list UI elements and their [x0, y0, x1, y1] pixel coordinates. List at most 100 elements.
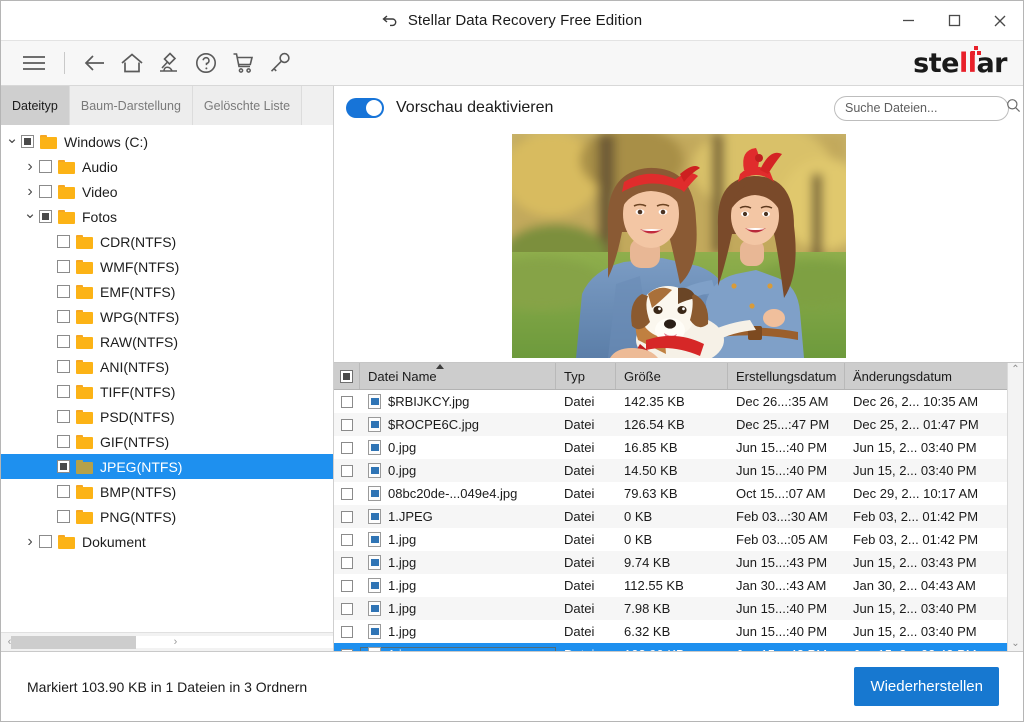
table-row[interactable]: 1.jpg Datei 7.98 KB Jun 15...:40 PM Jun 15, … [334, 597, 1007, 620]
table-row[interactable]: 1.jpg Datei 9.74 KB Jun 15...:43 PM Jun 15, … [334, 551, 1007, 574]
table-vertical-scrollbar[interactable]: ⌃ ⌄ [1007, 363, 1023, 651]
minimize-button[interactable] [885, 1, 931, 40]
tree-item-checkbox[interactable] [39, 210, 52, 223]
home-icon[interactable] [115, 46, 149, 80]
scroll-up-icon[interactable]: ⌃ [1011, 365, 1019, 375]
column-header-aenderungsdatum[interactable]: Änderungsdatum [845, 363, 1007, 389]
help-icon[interactable] [189, 46, 223, 80]
column-header-erstellungsdatum[interactable]: Erstellungsdatum [728, 363, 845, 389]
hamburger-menu-icon[interactable] [17, 46, 51, 80]
tree-item-dokument[interactable]: Dokument [1, 529, 333, 554]
table-row[interactable]: 1.jpgDatei103.90 KBJun 15...:42 PMJun 15… [334, 643, 1007, 651]
tab-geloeschte-liste[interactable]: Gelöschte Liste [192, 86, 303, 125]
microscope-icon[interactable] [152, 46, 186, 80]
chevron-closed-icon[interactable] [21, 533, 39, 551]
row-checkbox[interactable] [341, 602, 353, 615]
row-checkbox[interactable] [341, 418, 353, 431]
table-row[interactable]: 1.jpg Datei 112.55 KB Jan 30...:43 AM Jan 30… [334, 574, 1007, 597]
recover-button[interactable]: Wiederherstellen [854, 667, 999, 706]
row-checkbox-cell[interactable] [334, 625, 360, 638]
row-checkbox-cell[interactable] [334, 487, 360, 500]
row-checkbox[interactable] [341, 395, 353, 408]
tree-item-checkbox[interactable] [57, 385, 70, 398]
file-type-tree[interactable]: Windows (C:) Audio Video Fotos CDR(NTFS) WMF(… [1, 125, 333, 632]
cart-icon[interactable] [226, 46, 260, 80]
row-checkbox-cell[interactable] [334, 602, 360, 615]
row-checkbox[interactable] [341, 533, 353, 546]
search-icon[interactable] [1006, 98, 1021, 118]
close-button[interactable] [977, 1, 1023, 40]
tree-item-checkbox[interactable] [57, 285, 70, 298]
tree-item-checkbox[interactable] [39, 160, 52, 173]
column-header-groesse[interactable]: Größe [616, 363, 728, 389]
tree-item-cdr-ntfs[interactable]: CDR(NTFS) [1, 229, 333, 254]
search-box[interactable] [834, 95, 1021, 121]
row-checkbox[interactable] [341, 487, 353, 500]
scrollbar-thumb[interactable] [11, 636, 136, 649]
tree-item-checkbox[interactable] [57, 235, 70, 248]
select-all-checkbox-box[interactable] [340, 369, 353, 383]
row-checkbox-cell[interactable] [334, 441, 360, 454]
tree-item-audio[interactable]: Audio [1, 154, 333, 179]
tab-baum-darstellung[interactable]: Baum-Darstellung [69, 86, 193, 125]
tree-item-checkbox[interactable] [39, 535, 52, 548]
row-checkbox[interactable] [341, 648, 353, 651]
chevron-closed-icon[interactable] [21, 158, 39, 176]
tab-dateityp[interactable]: Dateityp [1, 86, 70, 125]
tree-item-raw-ntfs[interactable]: RAW(NTFS) [1, 329, 333, 354]
row-checkbox-cell[interactable] [334, 510, 360, 523]
maximize-button[interactable] [931, 1, 977, 40]
scroll-down-icon[interactable]: ⌄ [1011, 639, 1019, 649]
tree-item-checkbox[interactable] [21, 135, 34, 148]
column-header-datei-name[interactable]: Datei Name [360, 363, 556, 389]
table-row[interactable]: 1.jpg Datei 0 KB Feb 03...:05 AM Feb 03, 2..… [334, 528, 1007, 551]
row-checkbox[interactable] [341, 441, 353, 454]
preview-toggle[interactable] [346, 98, 384, 118]
chevron-open-icon[interactable] [3, 133, 21, 151]
tree-item-ani-ntfs[interactable]: ANI(NTFS) [1, 354, 333, 379]
table-row[interactable]: $ROCPE6C.jpg Datei 126.54 KB Dec 25...:47 P… [334, 413, 1007, 436]
tree-item-psd-ntfs[interactable]: PSD(NTFS) [1, 404, 333, 429]
tree-item-emf-ntfs[interactable]: EMF(NTFS) [1, 279, 333, 304]
tree-item-fotos[interactable]: Fotos [1, 204, 333, 229]
table-row[interactable]: 0.jpg Datei 16.85 KB Jun 15...:40 PM Jun 15,… [334, 436, 1007, 459]
tree-item-wmf-ntfs[interactable]: WMF(NTFS) [1, 254, 333, 279]
tree-item-bmp-ntfs[interactable]: BMP(NTFS) [1, 479, 333, 504]
table-row[interactable]: 1.JPEG Datei 0 KB Feb 03...:30 AM Feb 03, 2.… [334, 505, 1007, 528]
chevron-open-icon[interactable] [21, 208, 39, 226]
row-checkbox-cell[interactable] [334, 579, 360, 592]
chevron-closed-icon[interactable] [21, 183, 39, 201]
row-checkbox-cell[interactable] [334, 395, 360, 408]
tree-item-checkbox[interactable] [39, 185, 52, 198]
tree-item-png-ntfs[interactable]: PNG(NTFS) [1, 504, 333, 529]
back-arrow-icon[interactable] [78, 46, 112, 80]
row-checkbox[interactable] [341, 464, 353, 477]
key-icon[interactable] [263, 46, 297, 80]
table-row[interactable]: $RBIJKCY.jpg Datei 142.35 KB Dec 26...:35 A… [334, 390, 1007, 413]
table-row[interactable]: 08bc20de-...049e4.jpg Datei 79.63 KB Oct 15… [334, 482, 1007, 505]
table-row[interactable]: 1.jpg Datei 6.32 KB Jun 15...:40 PM Jun 15, … [334, 620, 1007, 643]
tree-item-tiff-ntfs[interactable]: TIFF(NTFS) [1, 379, 333, 404]
row-checkbox-cell[interactable] [334, 418, 360, 431]
tree-item-checkbox[interactable] [57, 485, 70, 498]
search-input[interactable] [845, 101, 1006, 115]
tree-item-checkbox[interactable] [57, 435, 70, 448]
tree-item-checkbox[interactable] [57, 260, 70, 273]
tree-item-checkbox[interactable] [57, 360, 70, 373]
table-body[interactable]: $RBIJKCY.jpg Datei 142.35 KB Dec 26...:35 A… [334, 390, 1007, 651]
row-checkbox[interactable] [341, 579, 353, 592]
tree-item-jpeg-ntfs[interactable]: JPEG(NTFS) [1, 454, 333, 479]
row-checkbox-cell[interactable] [334, 533, 360, 546]
row-checkbox[interactable] [341, 556, 353, 569]
row-checkbox-cell[interactable] [334, 464, 360, 477]
tree-item-windows-c[interactable]: Windows (C:) [1, 129, 333, 154]
row-checkbox-cell[interactable] [334, 556, 360, 569]
tree-item-checkbox[interactable] [57, 310, 70, 323]
table-row[interactable]: 0.jpg Datei 14.50 KB Jun 15...:40 PM Jun 15,… [334, 459, 1007, 482]
tree-item-checkbox[interactable] [57, 460, 70, 473]
tree-item-checkbox[interactable] [57, 510, 70, 523]
tree-item-checkbox[interactable] [57, 410, 70, 423]
column-header-typ[interactable]: Typ [556, 363, 616, 389]
header-select-all-checkbox[interactable] [334, 363, 360, 389]
tree-item-gif-ntfs[interactable]: GIF(NTFS) [1, 429, 333, 454]
